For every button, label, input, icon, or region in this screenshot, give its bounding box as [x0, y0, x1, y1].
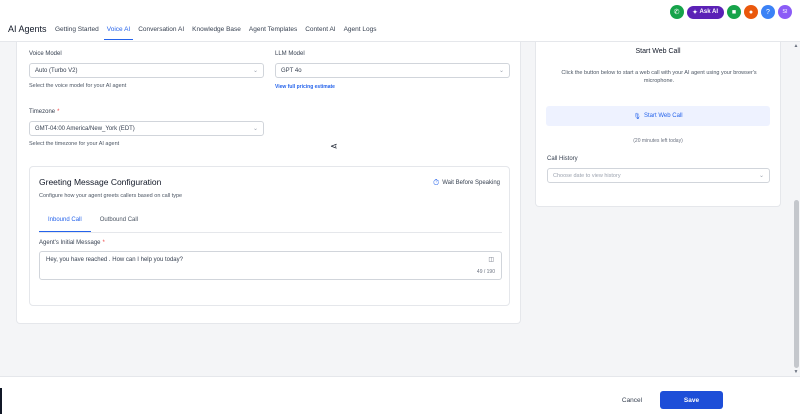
chevron-down-icon: ⌄ [498, 68, 504, 74]
initial-message-label-text: Agent's Initial Message [39, 240, 101, 246]
stopwatch-icon: ⏱ [432, 178, 440, 187]
greeting-config-card: Greeting Message Configuration Configure… [29, 166, 510, 306]
timezone-label: Timezone * [29, 109, 59, 115]
llm-model-select[interactable]: GPT 4o ⌄ [275, 63, 510, 78]
ask-ai-label: Ask AI [699, 9, 718, 15]
app-title: AI Agents [8, 24, 47, 34]
call-type-tabs: Inbound Call Outbound Call [39, 211, 502, 233]
scroll-down-arrow-icon[interactable]: ▼ [792, 369, 800, 375]
chevron-down-icon: ⌄ [252, 68, 258, 74]
required-mark: * [102, 240, 105, 246]
window-edge [0, 388, 2, 414]
nav-getting-started[interactable]: Getting Started [52, 26, 102, 40]
help-icon[interactable]: ? [761, 5, 775, 19]
bell-icon[interactable]: ● [744, 5, 758, 19]
start-web-call-button[interactable]: 🎙 Start Web Call [546, 106, 770, 126]
nav-conversation-ai[interactable]: Conversation AI [135, 26, 187, 40]
microphone-icon: 🎙 [633, 113, 642, 120]
voice-model-value: Auto (Turbo V2) [35, 67, 78, 74]
nav-agent-logs[interactable]: Agent Logs [341, 26, 380, 40]
nav-knowledge-base[interactable]: Knowledge Base [189, 26, 244, 40]
nav-content-ai[interactable]: Content AI [302, 26, 338, 40]
chevron-down-icon: ⌄ [758, 173, 764, 179]
text-cursor-icon: ⋖ [330, 141, 338, 151]
nav-voice-ai[interactable]: Voice AI [103, 26, 134, 40]
greeting-subtitle: Configure how your agent greets callers … [39, 193, 183, 199]
voice-model-label: Voice Model [29, 51, 62, 57]
start-web-call-label: Start Web Call [644, 113, 683, 119]
phone-icon[interactable]: ✆ [669, 5, 684, 19]
greeting-title: Greeting Message Configuration [39, 177, 162, 187]
timezone-select[interactable]: GMT-04:00 America/New_York (EDT) ⌄ [29, 121, 264, 136]
voice-model-select[interactable]: Auto (Turbo V2) ⌄ [29, 63, 264, 78]
timezone-helper: Select the timezone for your AI agent [29, 141, 120, 147]
wait-before-speaking-button[interactable]: ⏱ Wait Before Speaking [433, 178, 500, 188]
nav-agent-templates[interactable]: Agent Templates [246, 26, 300, 40]
web-call-panel: Start Web Call Click the button below to… [535, 42, 781, 207]
call-history-placeholder: Choose date to view history [553, 172, 621, 179]
initial-message-label: Agent's Initial Message * [39, 240, 105, 246]
pricing-estimate-link[interactable]: View full pricing estimate [275, 84, 335, 90]
llm-model-label: LLM Model [275, 51, 305, 57]
wait-before-speaking-label: Wait Before Speaking [442, 180, 500, 186]
required-mark: * [57, 109, 60, 115]
llm-model-value: GPT 4o [281, 67, 302, 74]
initial-message-textarea[interactable]: Hey, you have reached . How can I help y… [39, 251, 502, 280]
web-call-title: Start Web Call [635, 48, 681, 55]
character-counter: 49 / 190 [476, 269, 495, 275]
tab-outbound-call[interactable]: Outbound Call [91, 211, 147, 232]
ask-ai-button[interactable]: ✦ Ask AI [686, 5, 724, 19]
footer-bar: Cancel Save [0, 376, 800, 420]
sparkle-icon: ✦ [692, 9, 698, 16]
avatar[interactable]: SI [778, 5, 792, 19]
scroll-up-arrow-icon[interactable]: ▲ [792, 43, 800, 49]
timezone-value: GMT-04:00 America/New_York (EDT) [35, 125, 135, 132]
tab-inbound-call[interactable]: Inbound Call [39, 211, 91, 232]
initial-message-value: Hey, you have reached . How can I help y… [46, 257, 183, 263]
call-history-label: Call History [547, 156, 578, 162]
save-button[interactable]: Save [660, 391, 723, 409]
gift-icon[interactable]: ■ [727, 5, 741, 19]
call-history-select[interactable]: Choose date to view history ⌄ [547, 168, 770, 183]
timezone-label-text: Timezone [29, 109, 56, 115]
cancel-button[interactable]: Cancel [612, 392, 652, 408]
main-nav: Getting Started Voice AI Conversation AI… [52, 26, 381, 40]
scrollbar-thumb[interactable] [794, 200, 799, 368]
chevron-down-icon: ⌄ [252, 126, 258, 132]
voice-model-helper: Select the voice model for your AI agent [29, 83, 127, 89]
top-actions: ✆ ✦ Ask AI ■ ● ? SI [669, 5, 792, 19]
agent-settings-panel: Voice Model Auto (Turbo V2) ⌄ Select the… [16, 42, 521, 324]
minutes-left: (20 minutes left today) [633, 138, 683, 144]
top-bar: AI Agents Getting Started Voice AI Conve… [0, 0, 800, 42]
web-call-description: Click the button below to start a web ca… [561, 70, 757, 84]
tag-icon[interactable]: ◫ [488, 256, 494, 263]
